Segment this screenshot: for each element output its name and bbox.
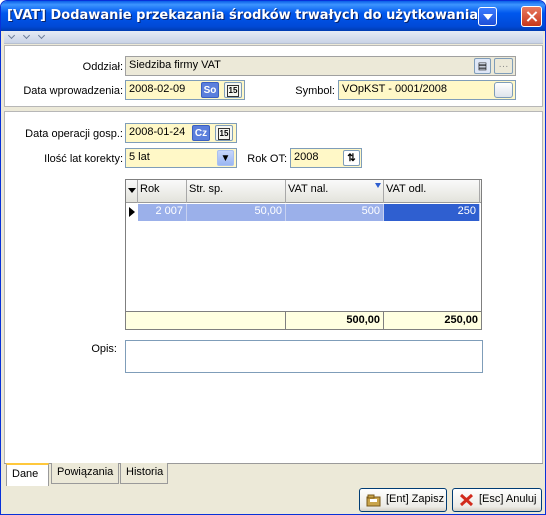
spinner-icon[interactable]: ⇅ xyxy=(343,150,360,166)
tab-bar: Dane Powiązania Historia xyxy=(4,463,543,486)
window-title: [VAT] Dodawanie przekazania środków trwa… xyxy=(7,8,477,23)
save-button[interactable]: [Ent] Zapisz xyxy=(359,488,447,512)
oddzial-field[interactable]: Siedziba firmy VAT xyxy=(125,56,516,76)
close-button[interactable] xyxy=(521,6,542,27)
symbol-field[interactable]: VOpKST - 0001/2008 xyxy=(338,80,516,100)
list-icon[interactable]: ▤ xyxy=(474,58,491,74)
opis-field[interactable] xyxy=(125,340,483,373)
calendar-icon[interactable]: 15 xyxy=(224,82,242,98)
oddzial-label: Oddział: xyxy=(82,61,123,73)
cancel-icon xyxy=(459,493,474,507)
sort-indicator-icon xyxy=(375,183,381,188)
save-button-label: [Ent] Zapisz xyxy=(386,493,445,505)
total-vat-nal: 500,00 xyxy=(286,312,384,330)
save-icon xyxy=(366,493,381,507)
ilosc-lat-value: 5 lat xyxy=(129,151,150,163)
cancel-button-label: [Esc] Anuluj xyxy=(479,493,537,505)
chevron-down-icon[interactable]: ▼ xyxy=(217,150,234,166)
column-header-rok[interactable]: Rok xyxy=(138,180,187,203)
more-icon[interactable]: ··· xyxy=(494,58,513,74)
weekday-badge: Cz xyxy=(192,125,210,141)
cell-rok[interactable]: 2 007 xyxy=(138,204,187,221)
column-header-vat-odl[interactable]: VAT odl. xyxy=(384,180,480,203)
weekday-badge: So xyxy=(201,82,219,98)
header-panel: Oddział: Siedziba firmy VAT ▤ ··· Data w… xyxy=(4,45,543,107)
rok-ot-value: 2008 xyxy=(294,151,319,163)
oddzial-value: Siedziba firmy VAT xyxy=(129,59,221,71)
calendar-icon[interactable]: 15 xyxy=(215,125,233,141)
symbol-value: VOpKST - 0001/2008 xyxy=(342,83,447,95)
chevron-down-icon xyxy=(23,34,31,40)
korekty-grid[interactable]: Rok Str. sp. VAT nal. VAT odl. 2 007 50,… xyxy=(125,179,482,330)
symbol-button[interactable] xyxy=(494,82,513,98)
data-operacji-label: Data operacji gosp.: xyxy=(25,128,123,140)
chevron-down-icon xyxy=(38,34,46,40)
collapse-strip[interactable] xyxy=(4,31,543,44)
column-header-vat-nal[interactable]: VAT nal. xyxy=(286,180,384,203)
column-menu-icon[interactable] xyxy=(126,180,138,203)
cell-str-sp[interactable]: 50,00 xyxy=(187,204,286,221)
cancel-button[interactable]: [Esc] Anuluj xyxy=(452,488,542,512)
titlebar[interactable]: [VAT] Dodawanie przekazania środków trwa… xyxy=(1,1,545,31)
cell-vat-nal[interactable]: 500 xyxy=(286,204,384,221)
symbol-label: Symbol: xyxy=(295,85,335,97)
opis-label: Opis: xyxy=(91,343,117,355)
dialog-window: [VAT] Dodawanie przekazania środków trwa… xyxy=(0,0,546,515)
tab-dane[interactable]: Dane xyxy=(6,463,49,486)
tab-powiazania[interactable]: Powiązania xyxy=(51,463,119,484)
chevron-down-icon xyxy=(8,34,16,40)
total-vat-odl: 250,00 xyxy=(444,314,478,326)
data-wprowadzenia-value: 2008-02-09 xyxy=(129,83,186,95)
grid-header: Rok Str. sp. VAT nal. VAT odl. xyxy=(126,180,481,203)
data-wprowadzenia-label: Data wprowadzenia: xyxy=(23,85,123,97)
ilosc-lat-label: Ilość lat korekty: xyxy=(44,153,123,165)
tab-historia[interactable]: Historia xyxy=(120,463,168,484)
window-menu-button[interactable] xyxy=(478,7,497,26)
table-row[interactable]: 2 007 50,00 500 250 xyxy=(126,204,481,221)
cell-vat-odl[interactable]: 250 xyxy=(384,204,480,221)
row-indicator-icon xyxy=(126,204,138,221)
rok-ot-label: Rok OT: xyxy=(247,153,287,165)
totals-empty-cell xyxy=(126,312,286,330)
column-header-str-sp[interactable]: Str. sp. xyxy=(187,180,286,203)
grid-totals-row: 500,00 250,00 xyxy=(126,311,481,330)
data-operacji-value: 2008-01-24 xyxy=(129,126,186,138)
